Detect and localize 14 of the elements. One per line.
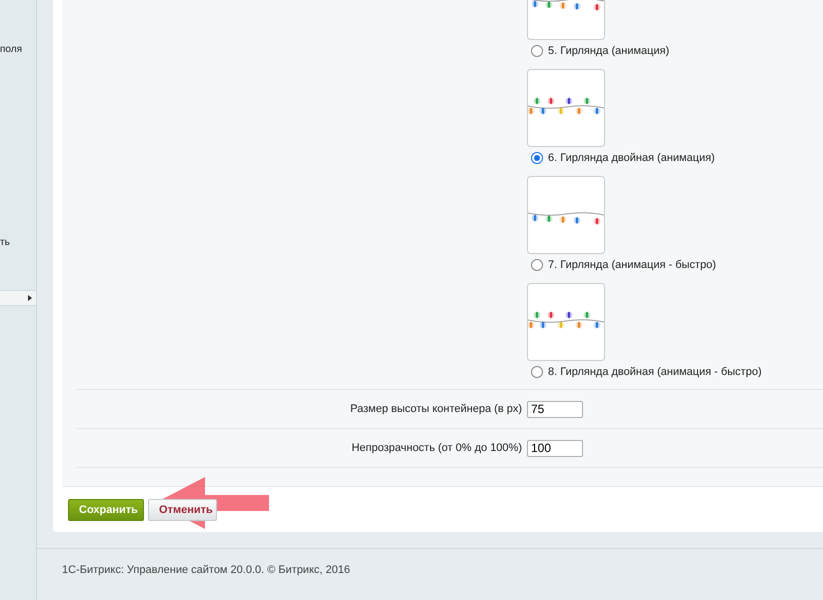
sidebar-item[interactable]: ть — [0, 237, 36, 249]
cancel-button[interactable]: Отменить — [148, 498, 217, 520]
field-label: Размер высоты контейнера (в px) — [349, 403, 522, 415]
submenu-row[interactable] — [0, 290, 36, 306]
radio-option[interactable]: 6. Гирлянда двойная (анимация) — [527, 150, 762, 166]
input-field[interactable]: 75 — [527, 400, 583, 418]
input-field[interactable]: 100 — [527, 440, 583, 456]
footer-text: 1С-Битрикс: Управление сайтом 20.0.0. © Битрикс, 2016 — [62, 564, 350, 576]
sidebar-item[interactable]: поля — [0, 44, 36, 56]
expand-arrow-icon — [28, 295, 32, 301]
radio-option[interactable]: 5. Гирлянда (анимация) — [527, 43, 762, 59]
radio-option[interactable]: 8. Гирлянда двойная (анимация - быстро) — [527, 364, 762, 380]
field-label: Непрозрачность (от 0% до 100%) — [350, 442, 522, 454]
radio-option[interactable]: 7. Гирлянда (анимация - быстро) — [527, 257, 762, 273]
